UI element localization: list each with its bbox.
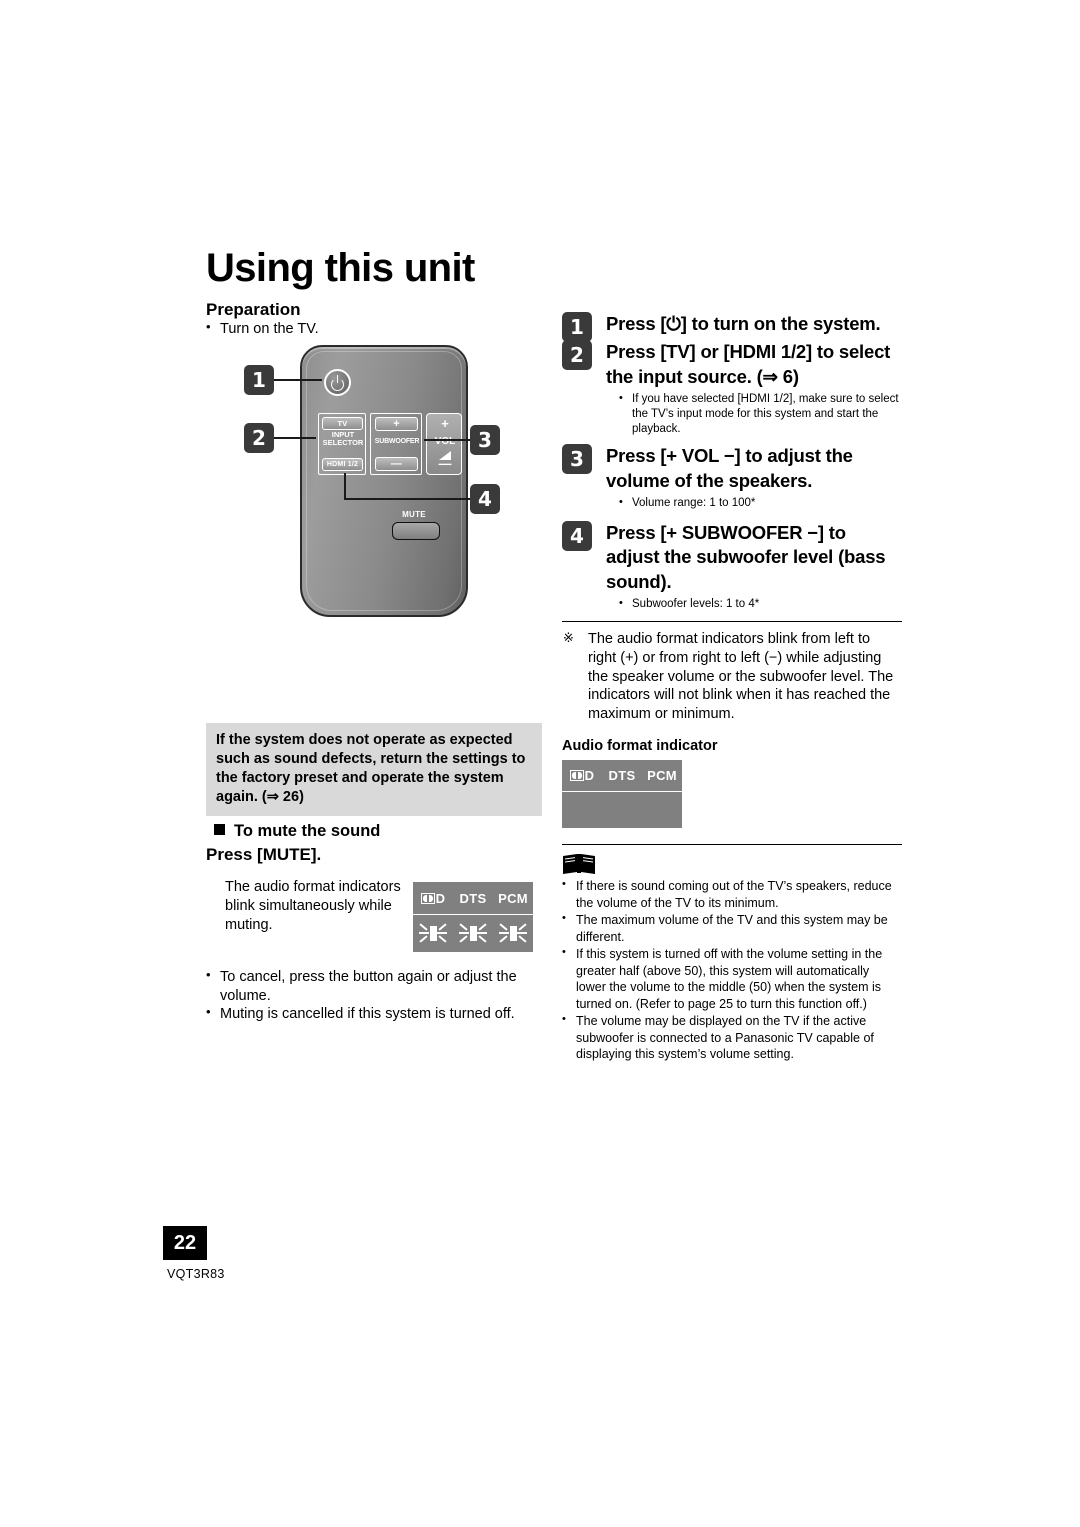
input-selector-cluster: TV INPUT SELECTOR HDMI 1/2 <box>318 413 366 475</box>
audio-format-indicator-title: Audio format indicator <box>562 738 718 755</box>
volume-label: VOL <box>434 436 456 447</box>
mute-indicator-labels: D DTS PCM <box>413 882 533 915</box>
callout-4-leader-vertical <box>344 473 346 499</box>
afi-indicator-bars <box>562 792 682 827</box>
step-2: 2 Press [TV] or [HDMI 1/2] to select the… <box>562 340 902 436</box>
subwoofer-cluster: + SUBWOOFER — <box>370 413 422 475</box>
document-code: VQT3R83 <box>167 1267 225 1281</box>
manual-page: Using this unit Preparation Turn on the … <box>0 0 1080 1527</box>
callout-3-leader <box>424 439 470 441</box>
preparation-section: Preparation Turn on the TV. <box>206 300 546 338</box>
mute-bullet-1: To cancel, press the button again or adj… <box>206 967 546 1005</box>
press-mute-instruction: Press [MUTE]. <box>206 845 322 864</box>
callout-1-leader <box>274 379 322 381</box>
dts-label: DTS <box>459 890 487 906</box>
preparation-heading: Preparation <box>206 300 301 319</box>
note-book-icon <box>562 853 596 875</box>
preparation-bullet: Turn on the TV. <box>206 319 546 339</box>
pcm-label: PCM <box>498 890 528 906</box>
volume-minus-label: — <box>438 456 452 471</box>
step-1-text: Press [⏻] to turn on the system. <box>606 313 881 334</box>
mute-bullets: To cancel, press the button again or adj… <box>206 967 546 1024</box>
step-3: 3 Press [+ VOL −] to adjust the volume o… <box>562 444 902 511</box>
afi-labels: D DTS PCM <box>562 760 682 793</box>
callout-4: 4 <box>470 484 500 514</box>
power-button[interactable] <box>324 369 351 396</box>
step-3-text: Press [+ VOL −] to adjust the volume of … <box>606 445 853 491</box>
dolby-digital-icon: D <box>569 768 595 783</box>
step-4-bullet-1: Subwoofer levels: 1 to 4* <box>606 596 902 612</box>
star-note: The audio format indicators blink from l… <box>562 630 902 724</box>
step-3-bullet-1: Volume range: 1 to 100* <box>606 495 902 511</box>
subwoofer-minus-button[interactable]: — <box>375 457 418 471</box>
audio-format-indicator-panel: D DTS PCM <box>562 760 682 829</box>
step-2-number: 2 <box>562 340 592 371</box>
callout-2: 2 <box>244 423 274 453</box>
step-3-number: 3 <box>562 444 592 475</box>
blink-indicator-dts <box>453 916 493 950</box>
divider-rule-1 <box>562 620 902 622</box>
step-1-number: 1 <box>562 312 592 342</box>
note-4: The volume may be displayed on the TV if… <box>562 1012 902 1063</box>
step-4-number: 4 <box>562 520 592 551</box>
square-bullet-icon <box>214 824 225 835</box>
remote-body: TV INPUT SELECTOR HDMI 1/2 + SUBWOOFER —… <box>300 345 468 617</box>
afi-pcm-label: PCM <box>647 768 677 784</box>
page-number-badge: 22 <box>163 1226 207 1260</box>
steps-column: 1 Press [⏻] to turn on the system. 2 Pre… <box>562 312 902 1064</box>
input-selector-label: INPUT SELECTOR <box>320 431 366 446</box>
tv-button[interactable]: TV <box>322 417 363 430</box>
note-1: If there is sound coming out of the TV’s… <box>562 877 902 911</box>
mute-button-label: MUTE <box>402 510 426 519</box>
step-4-text: Press [+ SUBWOOFER −] to adjust the subw… <box>606 521 886 592</box>
mute-description: The audio format indicators blink simult… <box>225 879 401 933</box>
input-selector-line2: SELECTOR <box>322 437 364 447</box>
mute-button[interactable] <box>392 522 440 540</box>
step-4: 4 Press [+ SUBWOOFER −] to adjust the su… <box>562 520 902 612</box>
mute-bullet-2: Muting is cancelled if this system is tu… <box>206 1004 546 1024</box>
afi-dts-label: DTS <box>608 768 636 784</box>
callout-2-leader <box>274 437 316 439</box>
volume-plus-label: + <box>441 416 449 431</box>
mute-section-heading: To mute the sound <box>214 822 380 841</box>
mute-blink-indicators <box>413 915 533 951</box>
factory-preset-notice: If the system does not operate as expect… <box>206 723 542 817</box>
step-2-text: Press [TV] or [HDMI 1/2] to select the i… <box>606 341 891 387</box>
subwoofer-label: SUBWOOFER <box>374 438 420 445</box>
divider-rule-2 <box>562 844 902 846</box>
page-title: Using this unit <box>206 246 475 290</box>
blink-indicator-pcm <box>493 916 533 950</box>
dolby-digital-icon: D <box>420 891 446 906</box>
hdmi-button[interactable]: HDMI 1/2 <box>322 458 363 471</box>
afi-dolby-d-label: D <box>562 768 602 783</box>
step-1: 1 Press [⏻] to turn on the system. <box>562 312 902 342</box>
callout-1: 1 <box>244 365 274 395</box>
volume-button[interactable]: + VOL — <box>426 413 462 475</box>
notes-list: If there is sound coming out of the TV’s… <box>562 877 902 1063</box>
power-icon <box>331 375 344 391</box>
mute-heading-text: To mute the sound <box>234 822 381 840</box>
mute-indicator-panel: D DTS PCM <box>413 882 533 952</box>
callout-3: 3 <box>470 425 500 455</box>
subwoofer-plus-button[interactable]: + <box>375 417 418 431</box>
dolby-d-label: D <box>413 891 453 906</box>
callout-4-leader <box>344 498 470 500</box>
note-2: The maximum volume of the TV and this sy… <box>562 911 902 945</box>
note-3: If this system is turned off with the vo… <box>562 945 902 1012</box>
step-2-bullet-1: If you have selected [HDMI 1/2], make su… <box>606 391 902 436</box>
blink-indicator-dolby <box>413 916 453 950</box>
remote-control-illustration: TV INPUT SELECTOR HDMI 1/2 + SUBWOOFER —… <box>240 345 550 617</box>
